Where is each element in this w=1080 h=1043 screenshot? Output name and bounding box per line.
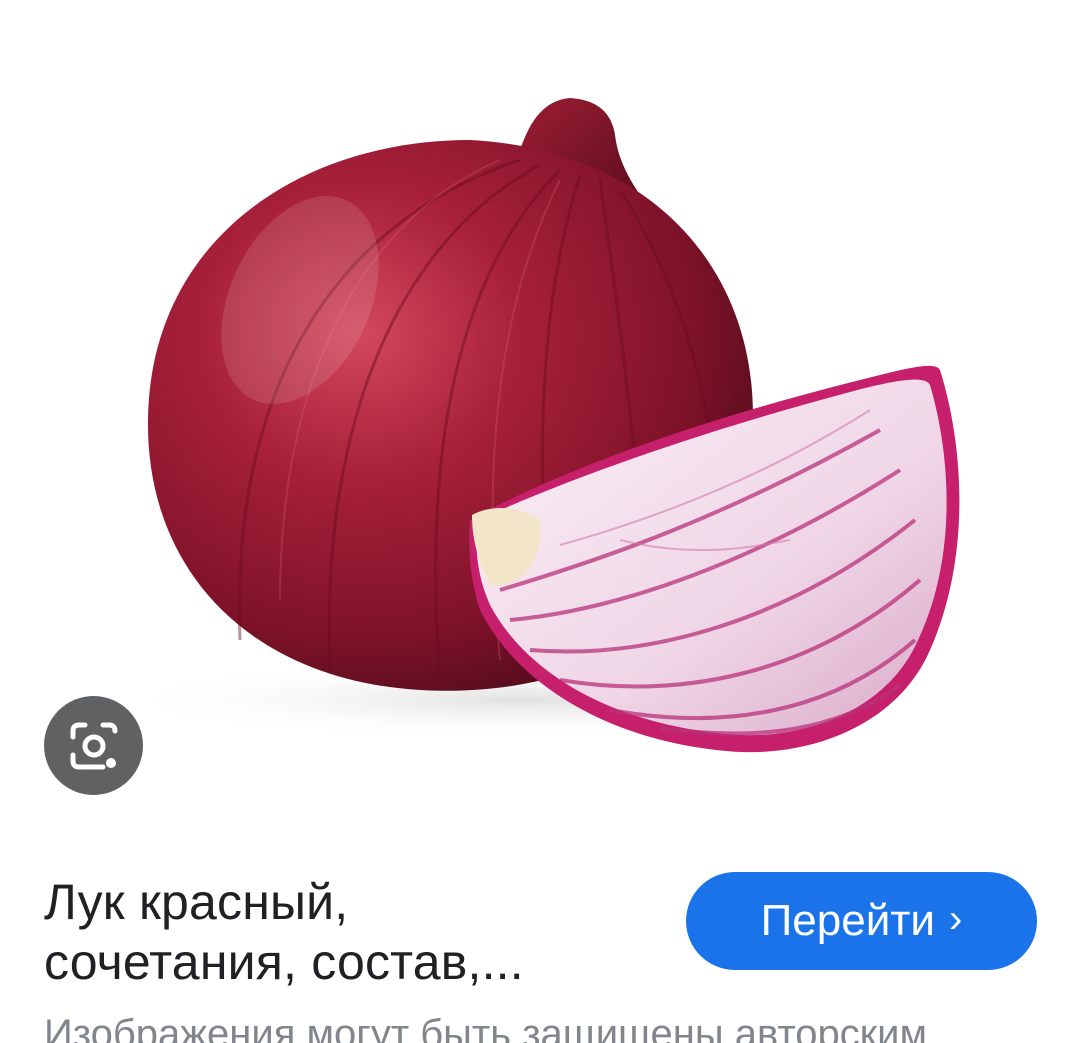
image-result-page: Лук красный, сочетания, состав,... Перей… [0, 0, 1080, 1043]
visit-button[interactable]: Перейти › [686, 872, 1037, 970]
result-title-line-1: Лук красный, [44, 874, 349, 930]
result-title-line-2: сочетания, состав,... [44, 934, 524, 990]
copyright-notice: Изображения могут быть защищены авторски… [44, 1012, 928, 1043]
google-lens-button[interactable] [44, 696, 143, 795]
result-title[interactable]: Лук красный, сочетания, состав,... [44, 872, 644, 992]
visit-button-label: Перейти [760, 896, 936, 945]
red-onion-image [100, 98, 960, 753]
result-image[interactable] [0, 0, 1080, 840]
google-lens-icon [70, 722, 117, 769]
chevron-right-icon: › [949, 896, 963, 941]
